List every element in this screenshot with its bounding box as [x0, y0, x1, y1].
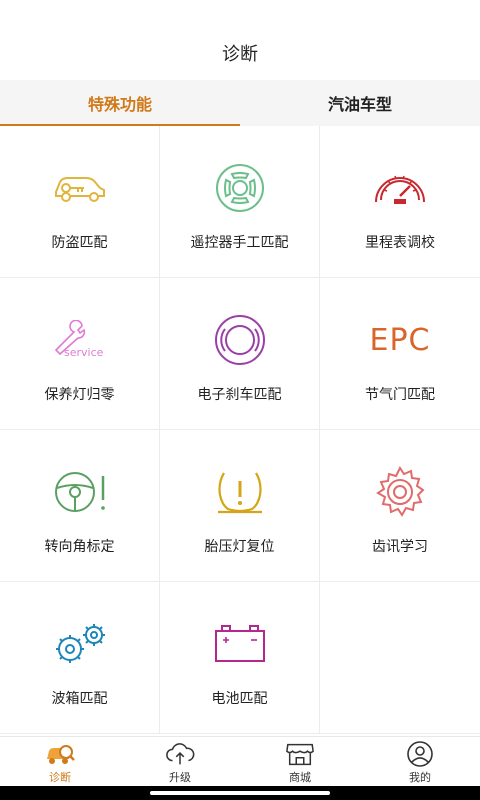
nav-upgrade[interactable]: 升级 — [120, 737, 240, 787]
epc-icon: EPC — [369, 322, 431, 358]
home-indicator — [0, 786, 480, 800]
store-icon — [285, 740, 315, 768]
function-label: 电子刹车匹配 — [197, 387, 282, 403]
remote-control-icon — [205, 158, 275, 218]
function-battery-match[interactable]: 电池匹配 — [160, 582, 320, 734]
nav-profile[interactable]: 我的 — [360, 737, 480, 787]
function-label: 转向角标定 — [44, 539, 115, 555]
service-wrench-icon: service — [45, 310, 115, 370]
tab-bar: 特殊功能 汽油车型 — [0, 80, 480, 126]
user-icon — [405, 740, 435, 768]
svg-text:service: service — [64, 346, 104, 359]
function-gearbox-match[interactable]: 波箱匹配 — [0, 582, 160, 734]
tire-pressure-icon — [205, 462, 275, 522]
brake-icon — [205, 310, 275, 370]
function-label: 节气门匹配 — [365, 387, 435, 403]
nav-label: 升级 — [169, 770, 191, 784]
nav-label: 商城 — [289, 770, 311, 784]
tab-special-functions[interactable]: 特殊功能 — [0, 80, 240, 126]
function-gear-learning[interactable]: 齿讯学习 — [320, 430, 480, 582]
function-label: 遥控器手工匹配 — [190, 235, 289, 251]
tab-gasoline-models[interactable]: 汽油车型 — [240, 80, 480, 126]
function-label: 胎压灯复位 — [204, 539, 275, 555]
nav-label: 我的 — [409, 770, 431, 784]
page-title: 诊断 — [222, 44, 258, 65]
function-label: 齿讯学习 — [372, 539, 428, 555]
empty-cell — [320, 582, 480, 734]
nav-label: 诊断 — [49, 770, 71, 784]
function-label: 波箱匹配 — [51, 691, 108, 707]
speedometer-icon — [365, 158, 435, 218]
function-label: 保养灯归零 — [44, 387, 115, 403]
battery-icon — [205, 614, 275, 674]
function-steering-angle[interactable]: 转向角标定 — [0, 430, 160, 582]
function-service-reset[interactable]: service 保养灯归零 — [0, 278, 160, 430]
gearbox-icon — [45, 614, 115, 674]
function-grid: 防盗匹配 遥控器手工匹配 里程表调校 service 保养灯归零 电子刹车匹配 … — [0, 126, 480, 736]
function-remote-match[interactable]: 遥控器手工匹配 — [160, 126, 320, 278]
nav-store[interactable]: 商城 — [240, 737, 360, 787]
function-label: 里程表调校 — [365, 235, 435, 251]
bottom-nav: 诊断 升级 商城 我的 — [0, 736, 480, 787]
function-throttle[interactable]: EPC 节气门匹配 — [320, 278, 480, 430]
function-electronic-brake[interactable]: 电子刹车匹配 — [160, 278, 320, 430]
diagnosis-car-icon — [45, 740, 75, 768]
cloud-upload-icon — [165, 740, 195, 768]
function-label: 电池匹配 — [211, 691, 268, 707]
car-key-icon — [45, 158, 115, 218]
nav-diagnosis[interactable]: 诊断 — [0, 737, 120, 787]
title-bar: 诊断 — [0, 0, 480, 80]
function-immobilizer[interactable]: 防盗匹配 — [0, 126, 160, 278]
gear-icon — [365, 462, 435, 522]
function-label: 防盗匹配 — [51, 235, 108, 251]
steering-wheel-icon — [45, 462, 115, 522]
function-tpms-reset[interactable]: 胎压灯复位 — [160, 430, 320, 582]
function-odometer[interactable]: 里程表调校 — [320, 126, 480, 278]
